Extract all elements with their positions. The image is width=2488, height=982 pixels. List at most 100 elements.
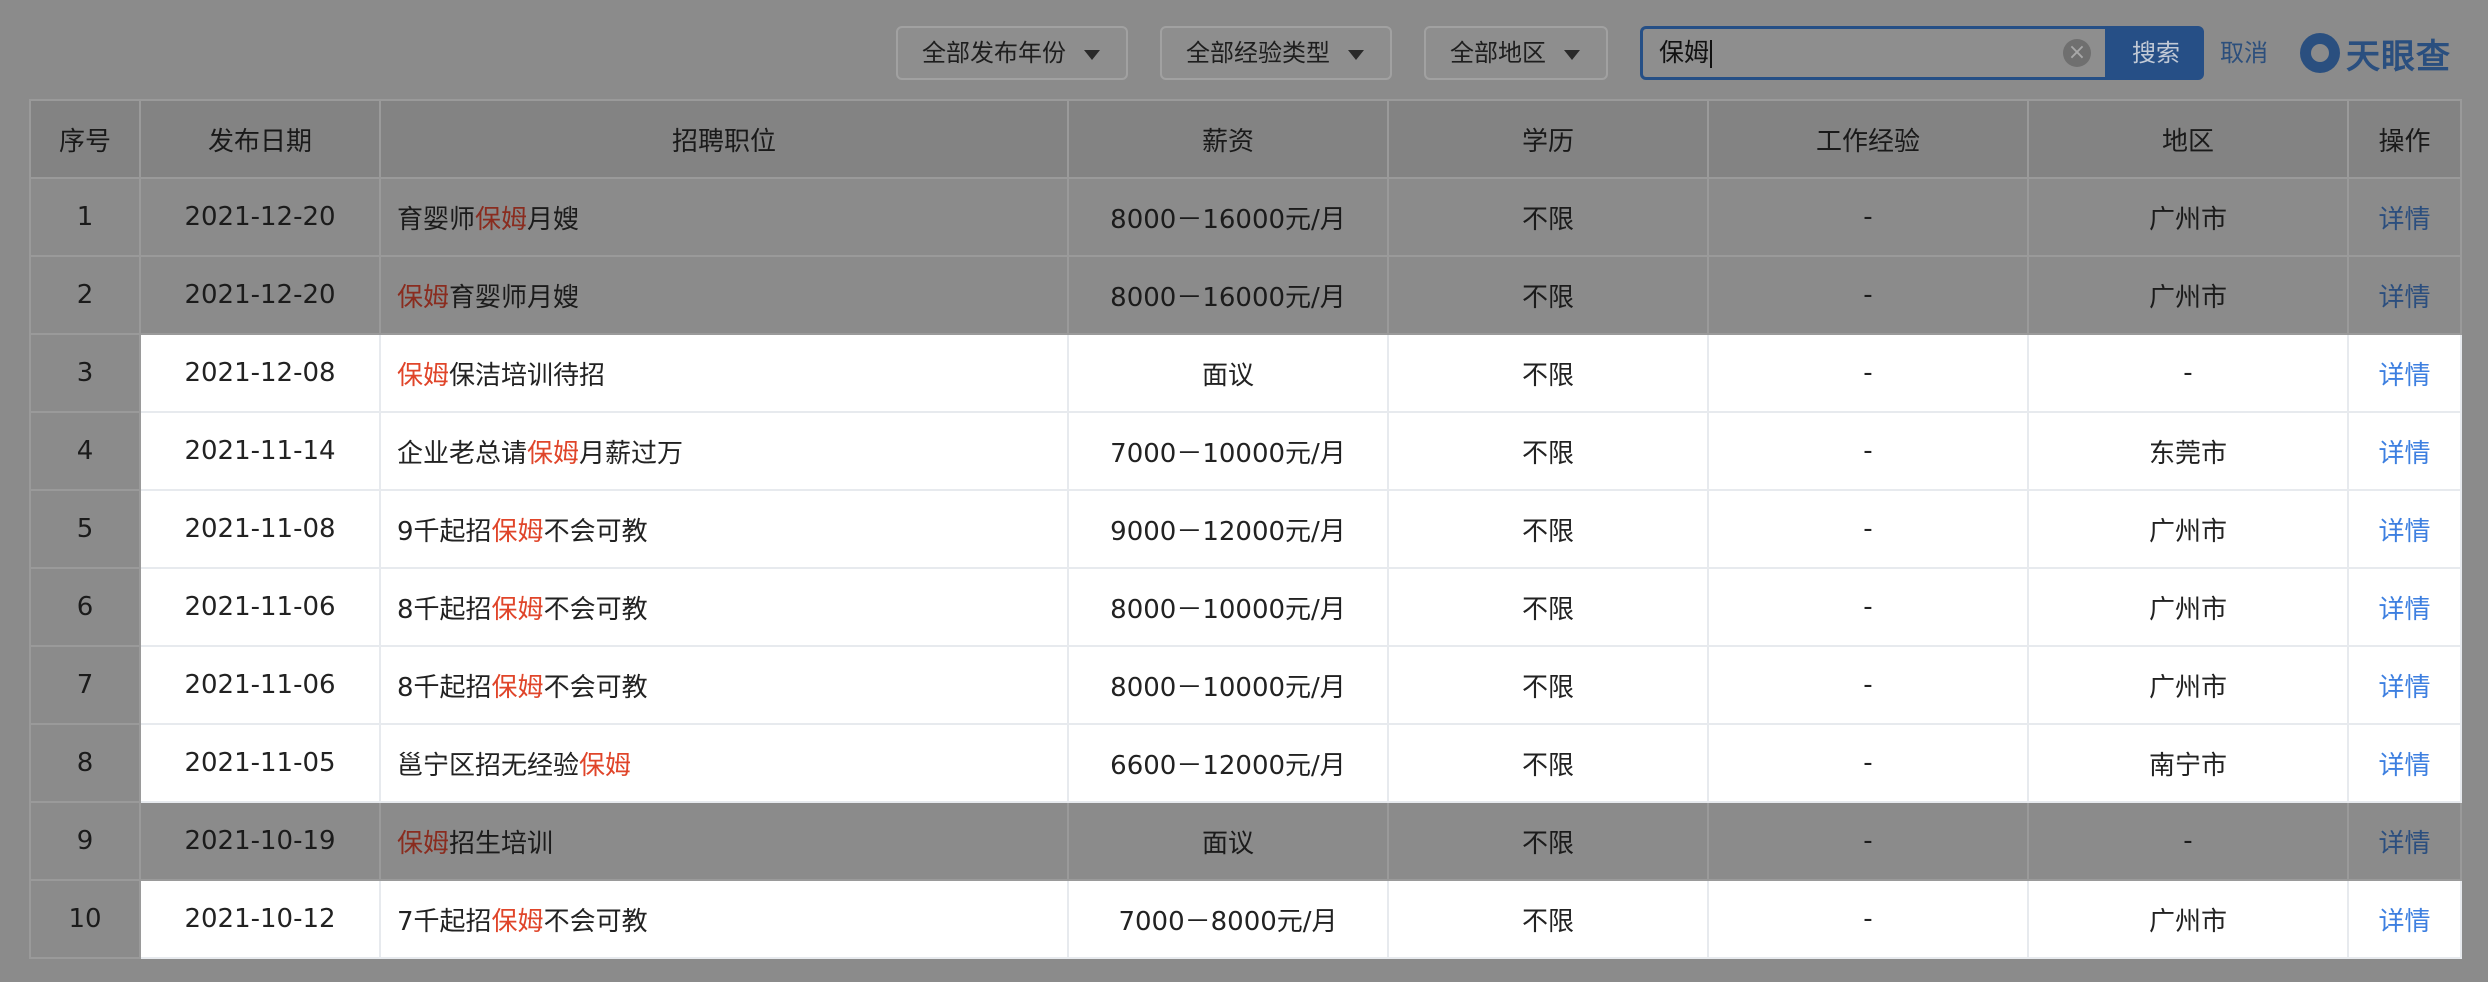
table-row: 6 2021-11-06 8千起招保姆不会可教 8000－10000元/月 不限 - 广州市… (29, 567, 2462, 647)
column-header-index: 序号 (29, 99, 141, 179)
table-row: 4 2021-11-14 企业老总请保姆月薪过万 7000－10000元/月 不限 - 东莞… (29, 411, 2462, 491)
row-region: 广州市 (2027, 489, 2349, 569)
position-keyword: 保姆 (397, 828, 450, 859)
clear-icon[interactable]: × (2063, 39, 2091, 67)
cancel-link[interactable]: 取消 (2220, 26, 2268, 80)
row-salary: 8000－16000元/月 (1067, 177, 1389, 257)
detail-link[interactable]: 详情 (2378, 361, 2430, 391)
row-index: 3 (29, 333, 141, 413)
row-salary: 7000－8000元/月 (1067, 879, 1389, 959)
row-index: 4 (29, 411, 141, 491)
position-keyword: 保姆 (491, 906, 544, 937)
position-suffix: 育婴师月嫂 (449, 282, 580, 313)
row-index: 2 (29, 255, 141, 335)
row-region: 广州市 (2027, 567, 2349, 647)
position-prefix: 育婴师 (397, 204, 476, 235)
table-row: 1 2021-12-20 育婴师保姆月嫂 8000－16000元/月 不限 - 广州市 详情 (29, 177, 2462, 257)
row-experience: - (1707, 645, 2029, 725)
row-region: 广州市 (2027, 879, 2349, 959)
row-date: 2021-12-08 (139, 333, 381, 413)
table-row: 7 2021-11-06 8千起招保姆不会可教 8000－10000元/月 不限 - 广州市… (29, 645, 2462, 725)
column-header-position: 招聘职位 (379, 99, 1069, 179)
search-button[interactable]: 搜索 (2108, 26, 2204, 80)
row-salary: 8000－16000元/月 (1067, 255, 1389, 335)
row-experience: - (1707, 411, 2029, 491)
table-row: 9 2021-10-19 保姆招生培训 面议 不限 - - 详情 (29, 801, 2462, 881)
column-header-education: 学历 (1387, 99, 1709, 179)
row-education: 不限 (1387, 723, 1709, 803)
row-region: 广州市 (2027, 255, 2349, 335)
toolbar: 全部发布年份 全部经验类型 全部地区 保姆 × 搜索 取消 天眼查 (0, 0, 2488, 96)
row-position: 保姆保洁培训待招 (379, 333, 1069, 413)
experience-filter-dropdown[interactable]: 全部经验类型 (1160, 26, 1392, 80)
search-input[interactable]: 保姆 × (1640, 26, 2108, 80)
row-education: 不限 (1387, 333, 1709, 413)
row-action: 详情 (2347, 567, 2462, 647)
detail-link[interactable]: 详情 (2378, 673, 2430, 703)
row-action: 详情 (2347, 489, 2462, 569)
row-action: 详情 (2347, 879, 2462, 959)
row-experience: - (1707, 177, 2029, 257)
row-region: 广州市 (2027, 645, 2349, 725)
table-row: 2 2021-12-20 保姆育婴师月嫂 8000－16000元/月 不限 - 广州市 详情 (29, 255, 2462, 335)
table-row: 10 2021-10-12 7千起招保姆不会可教 7000－8000元/月 不限 - 广州市… (29, 879, 2462, 959)
column-header-salary: 薪资 (1067, 99, 1389, 179)
row-position: 9千起招保姆不会可教 (379, 489, 1069, 569)
brand-name: 天眼查 (2346, 36, 2451, 77)
row-position: 邕宁区招无经验保姆 (379, 723, 1069, 803)
position-suffix: 不会可教 (543, 906, 648, 937)
caret-down-icon (1348, 50, 1364, 60)
region-filter-label: 全部地区 (1450, 39, 1546, 67)
detail-link[interactable]: 详情 (2378, 595, 2430, 625)
position-suffix: 不会可教 (543, 594, 648, 625)
detail-link[interactable]: 详情 (2378, 283, 2430, 313)
detail-link[interactable]: 详情 (2378, 517, 2430, 547)
position-suffix: 不会可教 (543, 672, 648, 703)
row-education: 不限 (1387, 645, 1709, 725)
year-filter-dropdown[interactable]: 全部发布年份 (896, 26, 1128, 80)
table-header-row: 序号 发布日期 招聘职位 薪资 学历 工作经验 地区 操作 (29, 99, 2462, 179)
position-suffix: 月嫂 (527, 204, 580, 235)
row-action: 详情 (2347, 801, 2462, 881)
detail-link[interactable]: 详情 (2378, 205, 2430, 235)
row-position: 育婴师保姆月嫂 (379, 177, 1069, 257)
row-education: 不限 (1387, 489, 1709, 569)
eye-logo-icon (2300, 33, 2340, 73)
row-salary: 8000－10000元/月 (1067, 645, 1389, 725)
position-prefix: 邕宁区招无经验 (397, 750, 580, 781)
row-position: 保姆招生培训 (379, 801, 1069, 881)
row-position: 保姆育婴师月嫂 (379, 255, 1069, 335)
row-action: 详情 (2347, 723, 2462, 803)
row-date: 2021-12-20 (139, 255, 381, 335)
row-region: - (2027, 333, 2349, 413)
year-filter-label: 全部发布年份 (922, 39, 1066, 67)
position-keyword: 保姆 (579, 750, 632, 781)
row-experience: - (1707, 489, 2029, 569)
position-suffix: 月薪过万 (579, 438, 684, 469)
row-experience: - (1707, 879, 2029, 959)
row-salary: 面议 (1067, 333, 1389, 413)
row-region: 南宁市 (2027, 723, 2349, 803)
recruitment-table: 序号 发布日期 招聘职位 薪资 学历 工作经验 地区 操作 1 2021-12-2… (29, 99, 2462, 959)
position-keyword: 保姆 (491, 594, 544, 625)
row-index: 10 (29, 879, 141, 959)
row-action: 详情 (2347, 645, 2462, 725)
position-keyword: 保姆 (397, 360, 450, 391)
row-education: 不限 (1387, 879, 1709, 959)
detail-link[interactable]: 详情 (2378, 439, 2430, 469)
detail-link[interactable]: 详情 (2378, 907, 2430, 937)
brand-logo: 天眼查 (2300, 26, 2451, 80)
row-salary: 9000－12000元/月 (1067, 489, 1389, 569)
row-index: 9 (29, 801, 141, 881)
row-action: 详情 (2347, 411, 2462, 491)
detail-link[interactable]: 详情 (2378, 751, 2430, 781)
detail-link[interactable]: 详情 (2378, 829, 2430, 859)
table-row: 5 2021-11-08 9千起招保姆不会可教 9000－12000元/月 不限 - 广州市… (29, 489, 2462, 569)
row-experience: - (1707, 333, 2029, 413)
position-suffix: 招生培训 (449, 828, 554, 859)
row-salary: 面议 (1067, 801, 1389, 881)
region-filter-dropdown[interactable]: 全部地区 (1424, 26, 1608, 80)
table-row: 3 2021-12-08 保姆保洁培训待招 面议 不限 - - 详情 (29, 333, 2462, 413)
row-region: - (2027, 801, 2349, 881)
row-position: 8千起招保姆不会可教 (379, 567, 1069, 647)
